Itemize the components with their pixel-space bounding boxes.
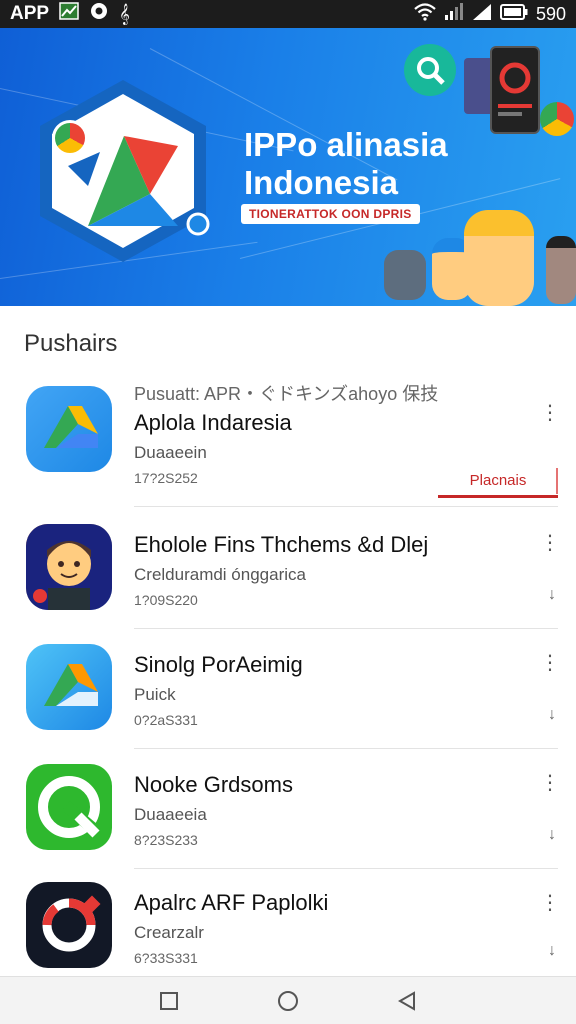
download-icon[interactable]: ↓ — [548, 942, 556, 960]
drive-triangle-icon — [26, 386, 112, 472]
battery-icon — [499, 3, 528, 25]
more-options-icon[interactable]: ⋮ — [540, 653, 560, 673]
banner-title-line2: Indonesia — [244, 164, 399, 201]
app-subtitle: Duaaeein — [134, 443, 207, 462]
list-item[interactable]: Pusuatt: APR・ぐドキンズahoyo 保技 Aplola Indare… — [0, 370, 576, 508]
app-subtitle: Crearzalr — [134, 923, 204, 942]
more-options-icon[interactable]: ⋮ — [540, 403, 560, 423]
app-meta: 8?23S233 — [134, 832, 198, 848]
app-subtitle: Crelduramdi ónggarica — [134, 565, 306, 584]
app-name: Aplola Indaresia — [134, 410, 292, 435]
robot-character-icon — [384, 250, 426, 300]
app-name: Eholole Fins Thchems &d Dlej — [134, 532, 429, 557]
list-item[interactable]: Apalrc ARF Paplolki Crearzalr 6?33S331 ⋮… — [0, 868, 576, 976]
back-icon[interactable] — [387, 981, 427, 1021]
banner-tagline: TIONERATTOK OON DPRIS — [241, 204, 420, 224]
battery-level: 590 — [535, 3, 566, 24]
browser-icon — [540, 102, 574, 136]
browser-icon — [52, 120, 88, 156]
promo-banner[interactable]: IPPo alinasia Indonesia TIONERATTOK OON … — [0, 28, 576, 306]
app-meta: 17?2S252 — [134, 470, 198, 486]
app-meta: 6?33S331 — [134, 950, 198, 966]
app-eyebrow: Pusuatt: APR・ぐドキンズahoyo 保技 — [134, 384, 439, 404]
banner-title-line1: IPPo alinasia — [244, 126, 448, 163]
character-icon — [546, 236, 576, 304]
app-subtitle: Duaaeeia — [134, 805, 207, 824]
divider — [134, 506, 558, 507]
signal-icon — [472, 3, 492, 26]
list-item[interactable]: Nooke Grdsoms Duaaeeia 8?23S233 ⋮ ↓ — [0, 748, 576, 868]
avatar-boy-icon — [26, 524, 112, 610]
list-item[interactable]: Eholole Fins Thchems &d Dlej Crelduramdi… — [0, 508, 576, 628]
wifi-icon — [414, 2, 436, 26]
app-name: Sinolg PorAeimig — [134, 652, 303, 677]
more-options-icon[interactable]: ⋮ — [540, 893, 560, 913]
drive-triangle-icon — [26, 644, 112, 730]
gear-icon — [89, 1, 109, 27]
download-icon[interactable]: ↓ — [548, 706, 556, 724]
install-button[interactable]: Placnais — [438, 468, 558, 498]
more-options-icon[interactable]: ⋮ — [540, 773, 560, 793]
chart-icon — [59, 2, 79, 26]
banner-title: IPPo alinasia Indonesia — [244, 126, 448, 202]
download-icon[interactable]: ↓ — [548, 586, 556, 604]
signal-icon — [444, 2, 464, 26]
app-logo-hexagon — [28, 76, 218, 266]
phone-illustration-icon — [490, 46, 540, 134]
more-options-icon[interactable]: ⋮ — [540, 533, 560, 553]
list-item[interactable]: Sinolg PorAeimig Puick 0?2aS331 ⋮ ↓ — [0, 628, 576, 748]
ring-logo-icon — [26, 882, 112, 968]
home-icon[interactable] — [268, 981, 308, 1021]
status-bar: APP 𝄞 590 — [0, 0, 576, 28]
section-title: Pushairs — [24, 330, 118, 357]
app-name: Nooke Grdsoms — [134, 772, 293, 797]
search-lens-icon — [404, 44, 456, 96]
download-icon[interactable]: ↓ — [548, 826, 556, 844]
app-subtitle: Puick — [134, 685, 176, 704]
app-name: Apalrc ARF Paplolki — [134, 890, 329, 915]
refresh-lens-icon — [26, 764, 112, 850]
app-meta: 1?09S220 — [134, 592, 198, 608]
clef-icon: 𝄞 — [119, 3, 130, 24]
recents-icon[interactable] — [149, 981, 189, 1021]
character-icon — [464, 210, 534, 306]
system-nav-bar — [0, 976, 576, 1024]
status-app-label: APP — [10, 3, 50, 24]
app-meta: 0?2aS331 — [134, 712, 198, 728]
